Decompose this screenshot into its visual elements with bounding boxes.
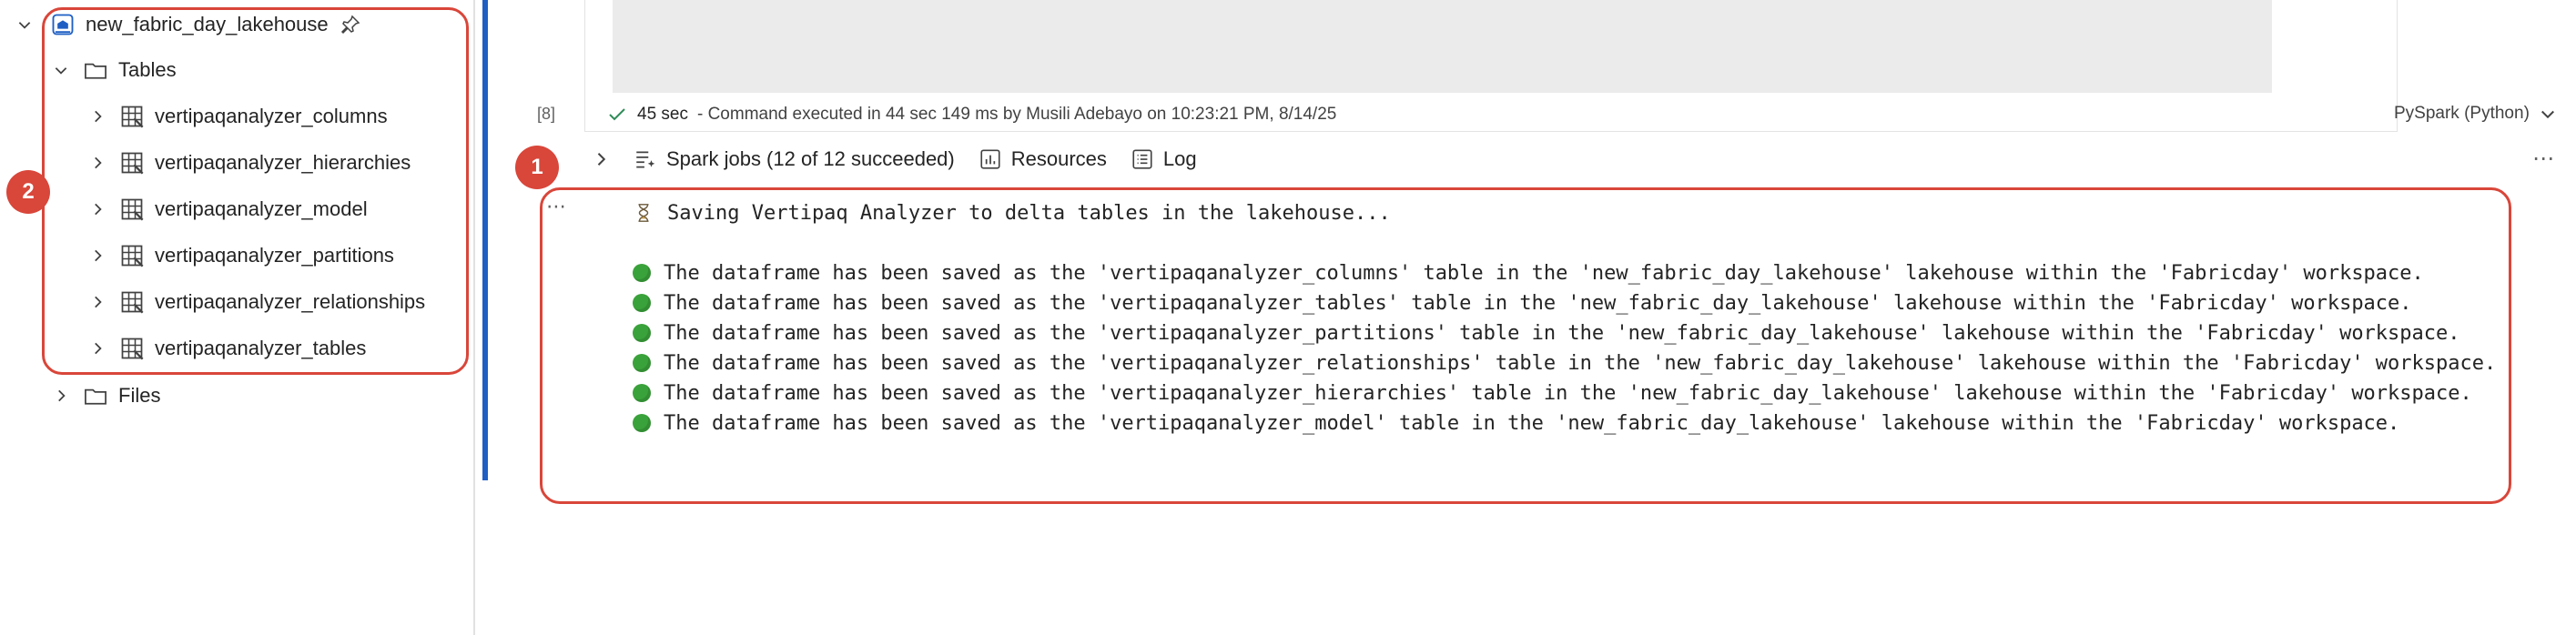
callout-marker-1: 1 xyxy=(515,146,559,189)
pane-splitter[interactable] xyxy=(473,0,475,635)
language-selector[interactable]: PySpark (Python) xyxy=(2394,104,2557,124)
resources-label: Resources xyxy=(1010,147,1107,170)
lakehouse-explorer: new_fabric_day_lakehouse Tables vertipaq… xyxy=(0,0,475,635)
output-line-text: The dataframe has been saved as the 'ver… xyxy=(664,411,2400,435)
output-header-line: Saving Vertipaq Analyzer to delta tables… xyxy=(633,198,1391,227)
success-dot-icon xyxy=(633,384,651,402)
success-dot-icon xyxy=(633,294,651,312)
output-line: The dataframe has been saved as the 'ver… xyxy=(633,348,2496,378)
hourglass-icon xyxy=(633,203,654,223)
output-line: The dataframe has been saved as the 'ver… xyxy=(633,318,2460,348)
spark-jobs-button[interactable]: Spark jobs (12 of 12 succeeded) xyxy=(634,147,955,171)
chevron-right-icon[interactable] xyxy=(49,384,73,408)
success-dot-icon xyxy=(633,264,651,282)
spark-jobs-icon xyxy=(634,147,657,171)
bar-chart-icon xyxy=(979,147,1002,171)
tables-highlight xyxy=(42,7,469,375)
callout-marker-2: 2 xyxy=(6,170,50,214)
log-label: Log xyxy=(1162,147,1197,170)
output-line: The dataframe has been saved as the 'ver… xyxy=(633,258,2424,287)
language-label: PySpark (Python) xyxy=(2394,104,2530,123)
output-header-text: Saving Vertipaq Analyzer to delta tables… xyxy=(667,201,1391,225)
checkmark-icon xyxy=(606,104,628,126)
code-editor-area[interactable] xyxy=(613,0,2272,93)
output-line-text: The dataframe has been saved as the 'ver… xyxy=(664,351,2497,375)
files-folder[interactable]: Files xyxy=(49,373,160,418)
output-line: The dataframe has been saved as the 'ver… xyxy=(633,288,2412,318)
resources-button[interactable]: Resources xyxy=(979,147,1107,171)
spark-jobs-label: Spark jobs (12 of 12 succeeded) xyxy=(666,147,955,170)
output-line: The dataframe has been saved as the 'ver… xyxy=(633,408,2399,438)
active-cell-indicator xyxy=(482,0,488,480)
cell-status-bar: 45 sec - Command executed in 44 sec 149 … xyxy=(606,104,1336,126)
expand-spark-jobs-button[interactable] xyxy=(592,150,610,168)
execution-status-text: - Command executed in 44 sec 149 ms by M… xyxy=(696,105,1337,124)
output-line-text: The dataframe has been saved as the 'ver… xyxy=(664,381,2472,405)
folder-icon xyxy=(82,382,109,409)
cell-output-toolbar: Spark jobs (12 of 12 succeeded) Resource… xyxy=(592,147,1221,171)
chevron-down-icon xyxy=(2539,105,2557,123)
log-icon xyxy=(1131,147,1154,171)
chevron-down-icon[interactable] xyxy=(13,13,36,36)
success-dot-icon xyxy=(633,324,651,342)
output-line-text: The dataframe has been saved as the 'ver… xyxy=(664,291,2412,315)
success-dot-icon xyxy=(633,414,651,432)
log-button[interactable]: Log xyxy=(1131,147,1197,171)
output-line-text: The dataframe has been saved as the 'ver… xyxy=(664,261,2424,285)
output-line-text: The dataframe has been saved as the 'ver… xyxy=(664,321,2460,345)
output-line: The dataframe has been saved as the 'ver… xyxy=(633,378,2472,408)
success-dot-icon xyxy=(633,354,651,372)
execution-count: [8] xyxy=(537,105,556,123)
execution-duration: 45 sec xyxy=(637,105,688,124)
more-options-icon[interactable]: ⋯ xyxy=(2532,146,2556,172)
files-label: Files xyxy=(118,384,161,407)
